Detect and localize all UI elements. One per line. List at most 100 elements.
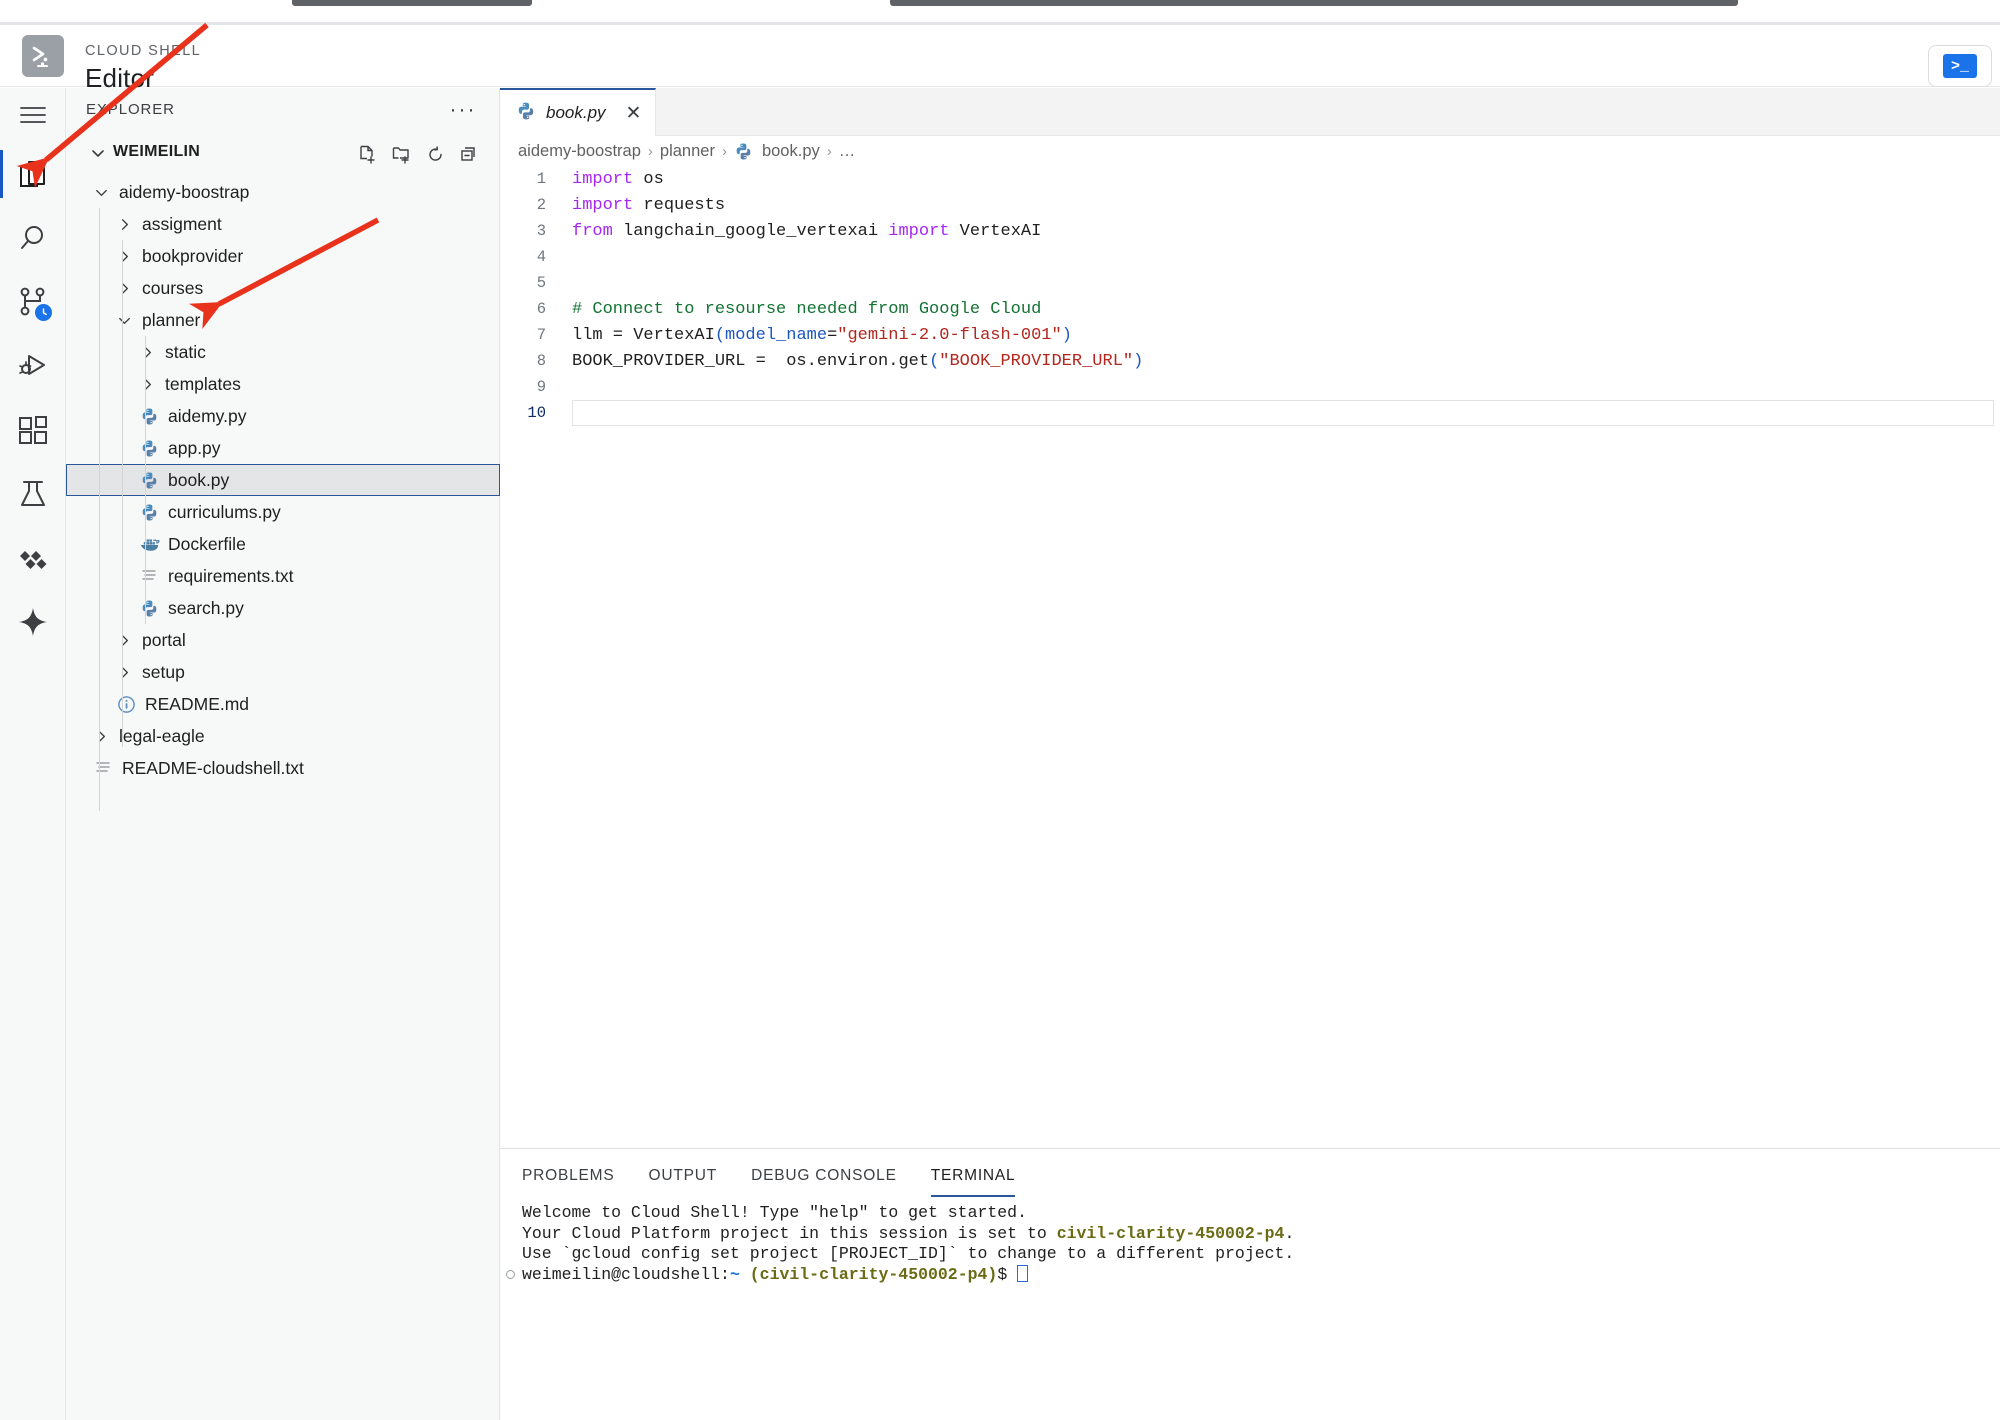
tree-folder-static[interactable]: static (66, 336, 500, 368)
line-number: 6 (536, 300, 546, 318)
code-line[interactable]: 10 (500, 400, 2000, 426)
chevron-down-icon (90, 145, 106, 166)
prompt-project: (civil-clarity-450002-p4) (749, 1264, 998, 1284)
app-header: CLOUD SHELL Editor >_ (0, 25, 2000, 93)
code-text: llm = VertexAI(model_name="gemini-2.0-fl… (572, 325, 1072, 345)
file-tree: aidemy-boostrap assigment bookprovider cour… (66, 176, 500, 811)
bottom-panel: PROBLEMS OUTPUT DEBUG CONSOLE TERMINAL Welc… (500, 1148, 2000, 1420)
tree-indent-guide (145, 336, 146, 624)
tree-folder-templates[interactable]: templates (66, 368, 500, 400)
python-icon (516, 101, 536, 126)
tree-folder-planner[interactable]: planner (66, 304, 500, 336)
new-file-icon[interactable] (353, 140, 382, 168)
browser-chrome-strip (0, 0, 2000, 22)
menu-icon[interactable] (0, 88, 66, 142)
code-line[interactable]: 8 BOOK_PROVIDER_URL = os.environ.get("BOO… (500, 348, 2000, 374)
line-number: 9 (536, 378, 546, 396)
breadcrumb-segment[interactable]: … (839, 142, 856, 161)
tree-folder-aidemy-boostrap[interactable]: aidemy-boostrap (66, 176, 500, 208)
sidebar-item-source-control[interactable] (0, 270, 66, 334)
tree-item-label: search.py (168, 597, 244, 618)
tab-terminal[interactable]: TERMINAL (930, 1167, 1016, 1197)
code-line[interactable]: 4 (500, 244, 2000, 270)
workspace-root-label: WEIMEILIN (113, 143, 201, 160)
sidebar-item-gemini[interactable] (0, 590, 66, 654)
collapse-all-icon[interactable] (455, 140, 484, 168)
sidebar-item-explorer[interactable] (0, 142, 66, 206)
tree-file-readme-md[interactable]: README.md (66, 688, 500, 720)
chrome-fragment-right (890, 0, 1738, 6)
python-icon (136, 407, 162, 426)
tree-folder-bookprovider[interactable]: bookprovider (66, 240, 500, 272)
tree-file-app-py[interactable]: app.py (66, 432, 500, 464)
chevron-down-icon (113, 313, 135, 328)
extensions-icon (19, 416, 47, 444)
line-number: 4 (536, 248, 546, 266)
tree-file-curriculums-py[interactable]: curriculums.py (66, 496, 500, 528)
line-number: 3 (536, 222, 546, 240)
cloud-shell-logo-icon (22, 35, 64, 77)
tree-file-search-py[interactable]: search.py (66, 592, 500, 624)
breadcrumb-segment[interactable]: aidemy-boostrap (518, 142, 641, 161)
tree-item-label: Dockerfile (168, 533, 246, 554)
code-line[interactable]: 6 # Connect to resourse needed from Googl… (500, 296, 2000, 322)
breadcrumb-separator: › (721, 142, 727, 160)
tab-book-py[interactable]: book.py ✕ (500, 88, 657, 136)
tree-file-dockerfile[interactable]: Dockerfile (66, 528, 500, 560)
tree-item-label: planner (142, 309, 201, 330)
refresh-icon[interactable] (421, 140, 450, 168)
tab-output[interactable]: OUTPUT (649, 1167, 718, 1197)
tree-folder-legal-eagle[interactable]: legal-eagle (66, 720, 500, 752)
terminal-prompt-line[interactable]: weimeilin@cloudshell:~ (civil-clarity-45… (506, 1264, 2000, 1286)
tree-folder-courses[interactable]: courses (66, 272, 500, 304)
breadcrumb-segment[interactable]: book.py (762, 142, 820, 161)
tree-item-label: app.py (168, 437, 221, 458)
chevron-right-icon (113, 665, 135, 680)
code-line[interactable]: 3 from langchain_google_vertexai import V… (500, 218, 2000, 244)
sidebar-item-extensions[interactable] (0, 398, 66, 462)
sidebar-item-testing[interactable] (0, 462, 66, 526)
tree-file-readme-cloudshell-txt[interactable]: README-cloudshell.txt (66, 752, 500, 784)
terminal-output[interactable]: Welcome to Cloud Shell! Type "help" to g… (506, 1203, 2000, 1286)
tree-folder-portal[interactable]: portal (66, 624, 500, 656)
line-number: 7 (536, 326, 546, 344)
text-lines-icon (90, 759, 116, 777)
sidebar-item-cloud-code[interactable] (0, 526, 66, 590)
code-text: # Connect to resourse needed from Google… (572, 299, 1042, 319)
tree-file-book-py[interactable]: book.py (66, 464, 500, 496)
tree-item-label: legal-eagle (119, 725, 205, 746)
code-line[interactable]: 9 (500, 374, 2000, 400)
line-number: 10 (527, 404, 546, 422)
header-kicker: CLOUD SHELL (85, 43, 202, 59)
tree-item-label: static (165, 341, 206, 362)
code-line[interactable]: 5 (500, 270, 2000, 296)
tree-folder-assigment[interactable]: assigment (66, 208, 500, 240)
tree-file-aidemy-py[interactable]: aidemy.py (66, 400, 500, 432)
line-number: 8 (536, 352, 546, 370)
tree-item-label: curriculums.py (168, 501, 281, 522)
sidebar-item-search[interactable] (0, 206, 66, 270)
close-icon[interactable]: ✕ (626, 104, 642, 123)
workspace-root-row[interactable]: WEIMEILIN (66, 132, 500, 172)
code-line[interactable]: 2 import requests (500, 192, 2000, 218)
code-line[interactable]: 7 llm = VertexAI(model_name="gemini-2.0-f… (500, 322, 2000, 348)
breadcrumb-segment[interactable]: planner (660, 142, 715, 161)
breadcrumb-separator: › (647, 142, 653, 160)
tree-folder-setup[interactable]: setup (66, 656, 500, 688)
tab-problems[interactable]: PROBLEMS (522, 1167, 615, 1197)
python-icon (136, 471, 162, 490)
new-folder-icon[interactable] (387, 140, 416, 168)
tree-file-requirements-txt[interactable]: requirements.txt (66, 560, 500, 592)
search-icon (21, 226, 43, 249)
explorer-more-actions-button[interactable]: ··· (448, 96, 478, 124)
docker-icon (136, 535, 162, 554)
open-terminal-button[interactable]: >_ (1928, 45, 1992, 87)
code-text: from langchain_google_vertexai import Ve… (572, 221, 1042, 241)
sidebar-item-run-debug[interactable] (0, 334, 66, 398)
code-line[interactable]: 1 import os (500, 166, 2000, 192)
source-control-clock-badge (33, 302, 54, 323)
prompt-user-host: weimeilin@cloudshell (522, 1264, 721, 1284)
python-icon (136, 439, 162, 458)
tab-debug-console[interactable]: DEBUG CONSOLE (751, 1167, 897, 1197)
